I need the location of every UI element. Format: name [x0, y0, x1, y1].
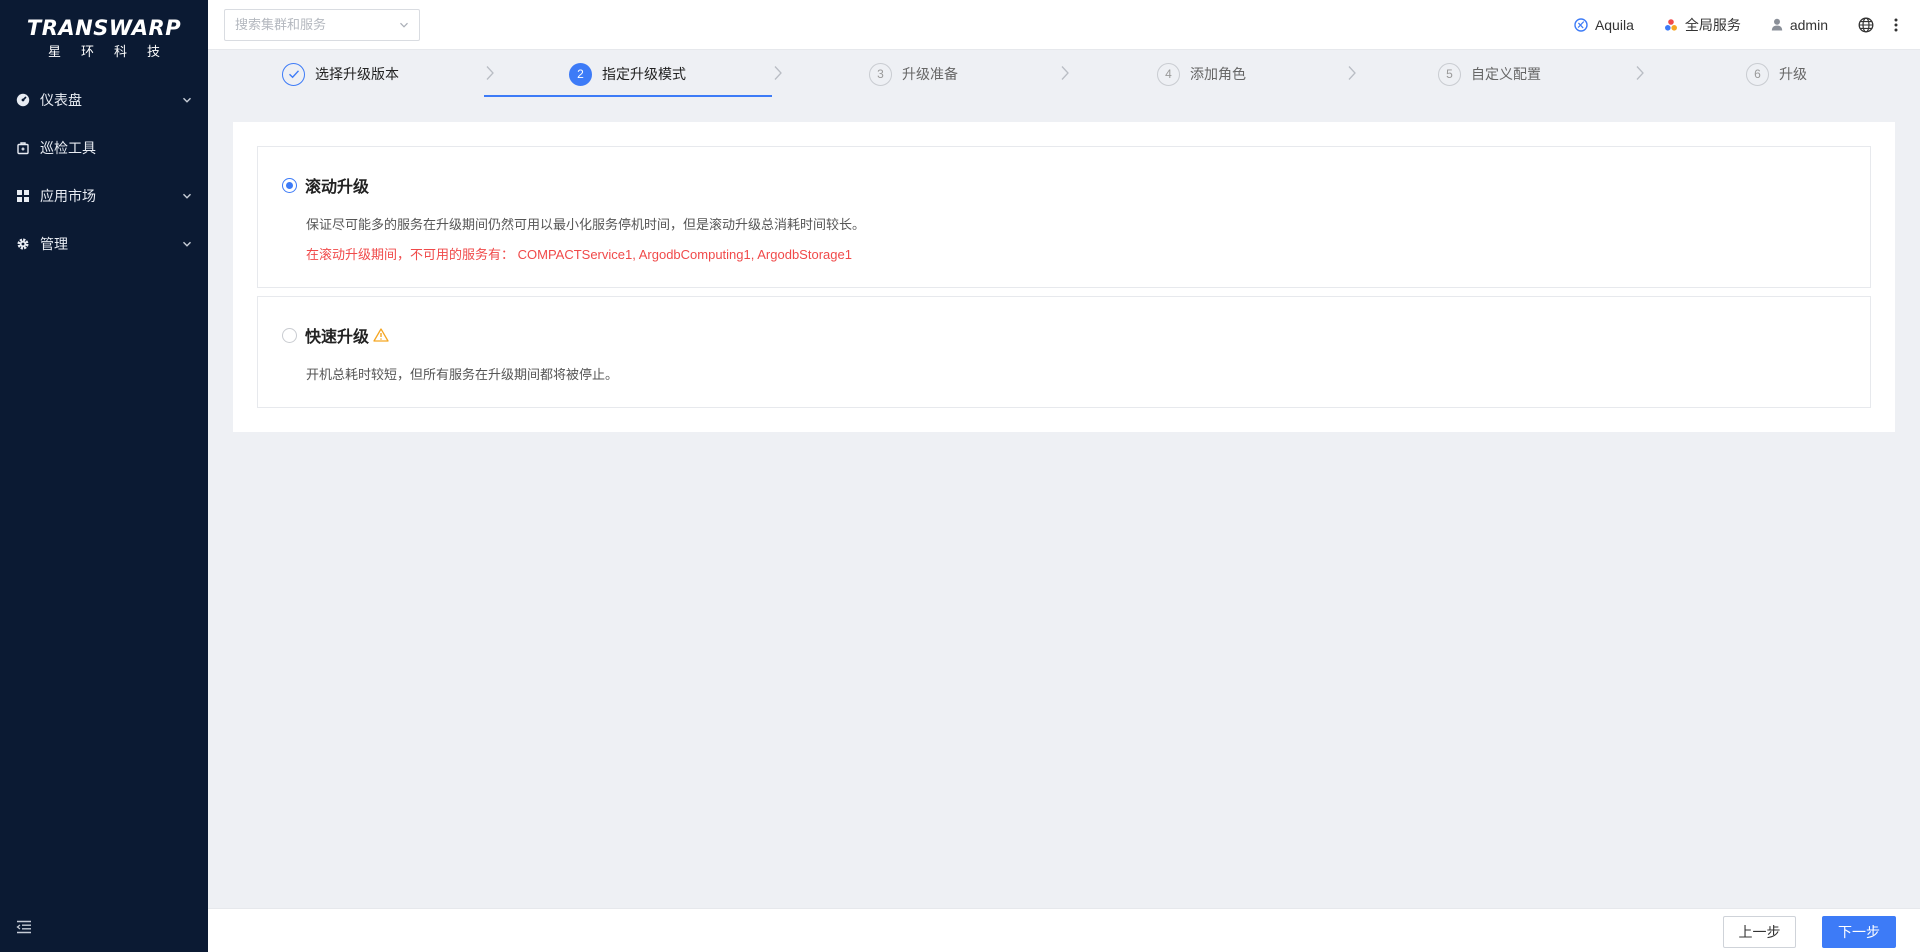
step-specify-mode[interactable]: 2 指定升级模式: [569, 50, 686, 98]
upgrade-steps: 选择升级版本 2 指定升级模式 3 升级准备 4 添加角色 5 自定义配置 6 …: [208, 50, 1920, 98]
chevron-down-icon: [400, 22, 408, 28]
more-menu-button[interactable]: [1894, 18, 1898, 32]
fast-upgrade-radio-label[interactable]: 快速升级: [282, 323, 389, 347]
chevron-down-icon: [182, 97, 192, 103]
chevron-down-icon: [182, 241, 192, 247]
step-number: 2: [569, 62, 592, 86]
step-label: 指定升级模式: [602, 66, 686, 82]
active-step-indicator: [484, 95, 772, 97]
sidebar-item-dashboard[interactable]: 仪表盘: [0, 76, 208, 124]
more-vertical-icon: [1894, 18, 1898, 31]
warning-icon: [373, 328, 389, 342]
sidebar-item-inspection[interactable]: 巡检工具: [0, 124, 208, 172]
footer-actions: 上一步 下一步: [208, 908, 1920, 952]
sidebar-item-management[interactable]: 管理: [0, 220, 208, 268]
logo[interactable]: TRANSWARP 星环科技: [0, 0, 208, 72]
rolling-upgrade-radio-label[interactable]: 滚动升级: [282, 173, 369, 197]
cluster-name: Aquila: [1594, 16, 1634, 33]
global-services-button[interactable]: 全局服务: [1664, 15, 1741, 35]
collapse-menu-icon[interactable]: [16, 920, 32, 934]
step-number: 5: [1438, 62, 1461, 86]
sidebar-nav: 仪表盘 巡检工具 应用市场 管理: [0, 76, 208, 268]
grid-icon: [16, 189, 30, 203]
step-label: 升级: [1779, 66, 1807, 82]
sidebar: TRANSWARP 星环科技 仪表盘 巡检工具 应用市场 管理: [0, 0, 208, 952]
chevron-right-icon: [774, 66, 782, 80]
chevron-right-icon: [1061, 66, 1069, 80]
sidebar-item-app-market[interactable]: 应用市场: [0, 172, 208, 220]
user-menu[interactable]: admin: [1771, 17, 1828, 33]
global-services-icon: [1664, 18, 1677, 31]
rolling-upgrade-option[interactable]: 滚动升级 保证尽可能多的服务在升级期间仍然可用以最小化服务停机时间，但是滚动升级…: [257, 146, 1871, 288]
sidebar-item-label: 巡检工具: [40, 140, 96, 156]
sidebar-item-label: 管理: [40, 236, 68, 252]
top-bar: Aquila 全局服务 admin: [208, 0, 1920, 50]
user-icon: [1771, 18, 1783, 31]
language-button[interactable]: [1858, 17, 1874, 33]
previous-step-button[interactable]: 上一步: [1723, 916, 1796, 948]
step-prepare[interactable]: 3 升级准备: [869, 50, 958, 98]
step-number: 3: [869, 62, 892, 86]
cluster-icon: [1574, 17, 1588, 32]
upgrade-mode-card: 滚动升级 保证尽可能多的服务在升级期间仍然可用以最小化服务停机时间，但是滚动升级…: [233, 122, 1895, 432]
top-right-actions: Aquila 全局服务 admin: [1544, 0, 1920, 50]
step-select-version[interactable]: 选择升级版本: [282, 50, 399, 98]
logo-sub-text: 星环科技: [47, 45, 180, 60]
next-step-button[interactable]: 下一步: [1822, 916, 1896, 948]
option-description: 开机总耗时较短，但所有服务在升级期间都将被停止。: [306, 367, 619, 382]
option-description: 保证尽可能多的服务在升级期间仍然可用以最小化服务停机时间，但是滚动升级总消耗时间…: [306, 217, 866, 232]
step-label: 升级准备: [902, 66, 958, 82]
global-services-label: 全局服务: [1684, 16, 1741, 33]
gear-icon: [16, 237, 30, 251]
user-name: admin: [1789, 16, 1828, 33]
step-add-roles[interactable]: 4 添加角色: [1157, 50, 1246, 98]
logo-main-text: TRANSWARP: [26, 16, 182, 40]
cluster-service-search[interactable]: [224, 8, 420, 41]
step-custom-config[interactable]: 5 自定义配置: [1438, 50, 1541, 98]
option-title: 滚动升级: [305, 179, 370, 196]
chevron-down-icon: [182, 193, 192, 199]
fast-upgrade-radio[interactable]: [282, 327, 297, 343]
sidebar-item-label: 仪表盘: [40, 92, 82, 108]
check-icon: [282, 62, 305, 86]
chevron-right-icon: [1636, 66, 1644, 80]
step-label: 自定义配置: [1471, 66, 1541, 82]
step-number: 6: [1746, 62, 1769, 86]
chevron-right-icon: [1348, 66, 1356, 80]
rolling-upgrade-radio[interactable]: [282, 177, 297, 193]
step-number: 4: [1157, 62, 1180, 86]
option-title: 快速升级: [305, 329, 370, 346]
unavailable-services-warning: 在滚动升级期间，不可用的服务有： COMPACTService1, Argodb…: [306, 247, 852, 262]
globe-icon: [1858, 17, 1874, 32]
inspection-icon: [16, 141, 30, 155]
step-upgrade[interactable]: 6 升级: [1746, 50, 1807, 98]
search-input[interactable]: [235, 17, 399, 32]
dashboard-icon: [16, 93, 30, 107]
sidebar-item-label: 应用市场: [40, 188, 96, 204]
cluster-selector[interactable]: Aquila: [1574, 17, 1634, 33]
step-label: 选择升级版本: [315, 66, 399, 82]
step-label: 添加角色: [1190, 66, 1246, 82]
fast-upgrade-option[interactable]: 快速升级 开机总耗时较短，但所有服务在升级期间都将被停止。: [257, 296, 1871, 408]
chevron-right-icon: [486, 66, 494, 80]
